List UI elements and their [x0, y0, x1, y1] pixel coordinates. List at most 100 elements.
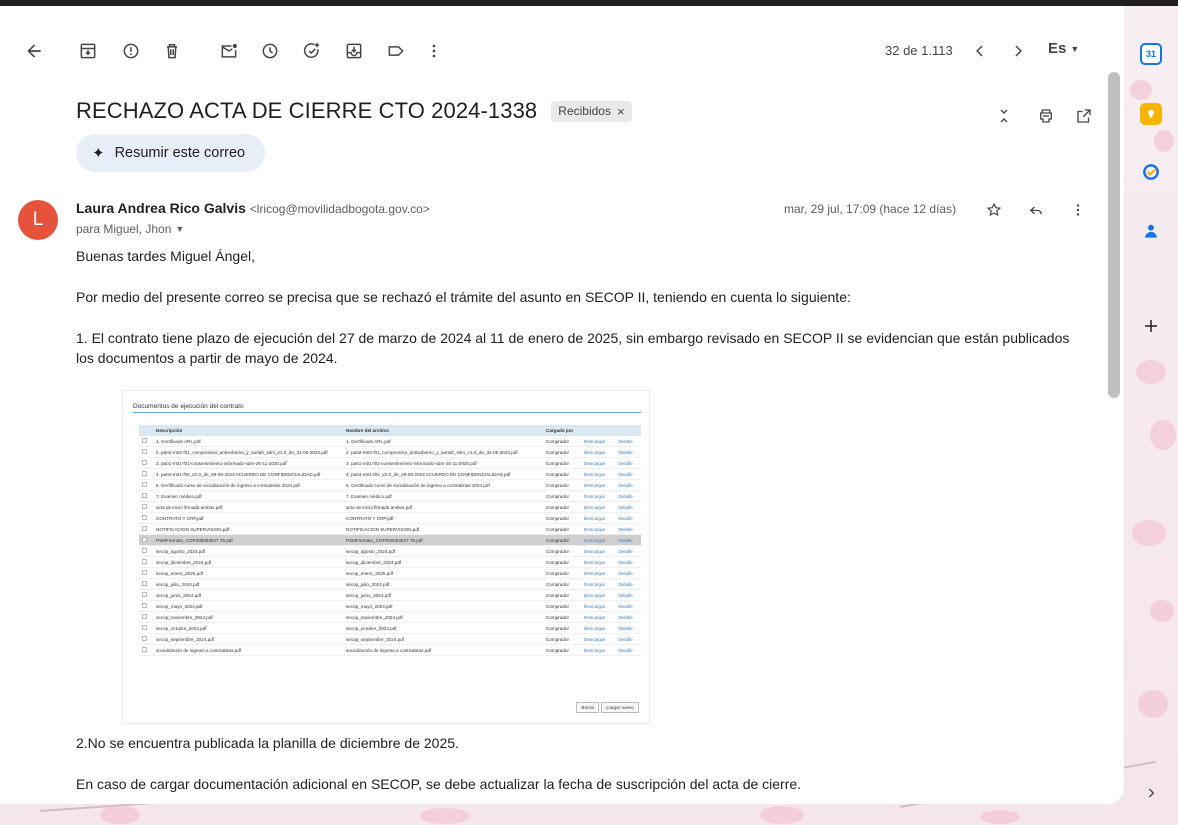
open-new-window-button[interactable]	[1070, 102, 1098, 130]
star-button[interactable]	[980, 196, 1008, 224]
row-download-link: Descargar	[581, 578, 616, 591]
row-download-link: Descargar	[581, 567, 616, 580]
add-to-tasks-button[interactable]	[298, 37, 326, 65]
row-filename: 2. pa02-m03-f01_compromiso_antisoborno_y…	[343, 446, 543, 459]
plus-icon	[1145, 320, 1157, 332]
row-checkbox-cell	[139, 611, 153, 624]
calendar-app-icon[interactable]: 31	[1140, 43, 1162, 65]
column-header-filename: Nombre del archivo	[343, 425, 543, 436]
table-row: secop_octubre_2024.pdf secop_octubre_2024…	[139, 622, 641, 635]
row-filename: secop_agosto_2024.pdf	[343, 545, 543, 558]
open-in-new-icon	[1077, 109, 1091, 123]
row-checkbox	[142, 647, 147, 653]
row-filename: secop_noviembre_2024.pdf	[343, 611, 543, 624]
row-description: secop_julio_2024.pdf	[153, 578, 343, 591]
keep-app-icon[interactable]	[1140, 103, 1162, 125]
newer-button[interactable]	[966, 37, 994, 65]
show-side-panel-button[interactable]	[1140, 782, 1162, 804]
recipients-toggle[interactable]: para Miguel, Jhon ▼	[76, 222, 184, 236]
get-addons-button[interactable]	[1139, 314, 1163, 338]
row-checkbox-cell	[139, 578, 153, 591]
row-download-link: Descargar	[581, 446, 616, 459]
row-detail-link: Detalle	[615, 436, 641, 448]
snooze-button[interactable]	[256, 37, 284, 65]
tasks-app-icon[interactable]	[1140, 161, 1162, 183]
row-checkbox-cell	[139, 545, 153, 558]
more-vertical-icon	[1076, 204, 1080, 216]
input-tools-button[interactable]: Es ▼	[1048, 40, 1079, 57]
older-button[interactable]	[1004, 37, 1032, 65]
collapse-all-button[interactable]	[990, 102, 1018, 130]
row-checkbox	[142, 449, 147, 455]
row-checkbox-cell	[139, 457, 153, 470]
point-two-paragraph: 2.No se encuentra publicada la planilla …	[76, 735, 459, 751]
row-description: secop_enero_2025.pdf	[153, 567, 343, 580]
row-uploaded-by: Comprador	[543, 589, 581, 602]
row-description: 7. Examen médico.pdf	[153, 490, 343, 503]
row-uploaded-by: Comprador	[543, 436, 581, 448]
row-download-link: Descargar	[581, 633, 616, 646]
archive-button[interactable]	[74, 37, 102, 65]
summarize-email-button[interactable]: ✦ Resumir este correo	[76, 134, 266, 172]
row-uploaded-by: Comprador	[543, 512, 581, 525]
sparkle-icon: ✦	[92, 145, 105, 162]
table-row: secop_septiembre_2024.pdf secop_septiembr…	[139, 633, 641, 646]
scrollbar-thumb[interactable]	[1108, 72, 1120, 398]
table-row: secop_enero_2025.pdf secop_enero_2025.pdf…	[139, 567, 641, 580]
contacts-icon	[1145, 224, 1157, 238]
row-detail-link: Detalle	[615, 545, 641, 558]
table-row: PSMFormato_COP000053627 79.pdf PSMFormato…	[139, 534, 641, 547]
row-download-link: Descargar	[581, 468, 616, 481]
row-checkbox-cell	[139, 512, 153, 525]
row-download-link: Descargar	[581, 523, 616, 536]
row-filename: secop_septiembre_2024.pdf	[343, 633, 543, 646]
row-download-link: Descargar	[581, 436, 616, 448]
upload-new-button: Cargar nuevo	[601, 702, 639, 713]
table-row: CONTRATO Y CRP.pdf CONTRATO Y CRP.pdf Comp…	[139, 512, 641, 525]
row-detail-link: Detalle	[615, 589, 641, 602]
row-detail-link: Detalle	[615, 600, 641, 613]
embedded-documents-screenshot[interactable]: Documentos de ejecución del contrato Des…	[122, 390, 650, 724]
column-header-description: Descripción	[153, 425, 343, 436]
archive-icon	[80, 43, 96, 59]
row-description: secop_diciembre_2024.pdf	[153, 556, 343, 569]
labels-button[interactable]	[382, 37, 410, 65]
mark-unread-button[interactable]	[215, 37, 243, 65]
print-button[interactable]	[1032, 102, 1060, 130]
chevron-right-icon	[1015, 45, 1022, 57]
row-checkbox	[142, 559, 147, 565]
delete-button[interactable]	[158, 37, 186, 65]
sender-avatar[interactable]: L	[18, 200, 58, 240]
star-icon	[986, 202, 1002, 217]
report-spam-button[interactable]	[117, 37, 145, 65]
table-row: NOTIFICACION SUPERVISION.pdf NOTIFICACION…	[139, 523, 641, 536]
remove-label-icon[interactable]: ×	[617, 104, 625, 119]
row-uploaded-by: Comprador	[543, 490, 581, 503]
email-date: mar, 29 jul, 17:09 (hace 12 días)	[784, 202, 957, 216]
row-uploaded-by: Comprador	[543, 457, 581, 470]
top-edge-bar	[0, 0, 1178, 6]
contacts-app-icon[interactable]	[1140, 220, 1162, 242]
table-row: 2. pa02-m03-f01_compromiso_antisoborno_y…	[139, 446, 641, 459]
tasks-icon	[1143, 164, 1159, 180]
inbox-label-chip[interactable]: Recibidos ×	[551, 100, 632, 122]
row-filename: acta de inicio firmada ambos.pdf	[343, 501, 543, 514]
reply-button[interactable]	[1022, 196, 1050, 224]
row-download-link: Descargar	[581, 490, 616, 503]
row-checkbox	[142, 515, 147, 521]
add-task-icon	[303, 43, 320, 58]
back-button[interactable]	[20, 37, 48, 65]
email-subject: RECHAZO ACTA DE CIERRE CTO 2024-1338	[76, 98, 538, 123]
message-more-button[interactable]	[1064, 196, 1092, 224]
row-uploaded-by: Comprador	[543, 644, 581, 657]
row-uploaded-by: Comprador	[543, 600, 581, 613]
email-view: 32 de 1.113 Es ▼ RECHAZO ACTA DE CIERRE …	[0, 6, 1124, 804]
table-row: 4. pa04-m01-f02_v2.0_de_28-08-2023 ACUER…	[139, 468, 641, 481]
row-checkbox	[142, 592, 147, 598]
move-to-button[interactable]	[340, 37, 368, 65]
sender-name[interactable]: Laura Andrea Rico Galvis	[76, 200, 246, 216]
more-options-button[interactable]	[420, 37, 448, 65]
row-download-link: Descargar	[581, 556, 616, 569]
clock-icon	[262, 43, 278, 59]
row-checkbox-cell	[139, 479, 153, 492]
